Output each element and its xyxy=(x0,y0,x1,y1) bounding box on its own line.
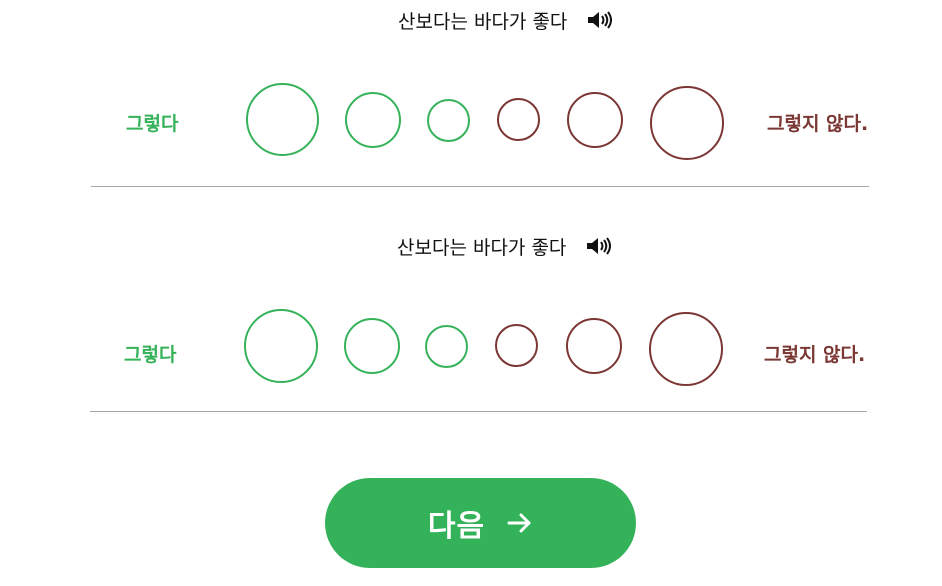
agree-label: 그렇다 xyxy=(126,113,179,135)
speaker-icon[interactable] xyxy=(584,234,614,258)
question-2-title: 산보다는 바다가 좋다 xyxy=(397,231,614,261)
option-slightly-disagree[interactable] xyxy=(497,98,540,141)
option-strongly-disagree[interactable] xyxy=(649,312,723,386)
question-1-title: 산보다는 바다가 좋다 xyxy=(398,5,615,35)
option-slightly-disagree[interactable] xyxy=(495,324,538,367)
disagree-label: 그렇지 않다. xyxy=(764,344,866,366)
option-agree[interactable] xyxy=(344,318,400,374)
option-strongly-disagree[interactable] xyxy=(650,86,724,160)
next-button-label: 다음 xyxy=(427,509,486,544)
question-2-text: 산보다는 바다가 좋다 xyxy=(397,236,567,259)
agree-label: 그렇다 xyxy=(124,344,177,366)
disagree-label: 그렇지 않다. xyxy=(767,113,869,135)
divider xyxy=(90,411,867,412)
option-disagree[interactable] xyxy=(566,318,622,374)
option-agree[interactable] xyxy=(345,92,401,148)
divider xyxy=(91,186,869,187)
arrow-right-icon xyxy=(507,512,533,534)
question-1-text: 산보다는 바다가 좋다 xyxy=(398,10,568,33)
option-disagree[interactable] xyxy=(567,92,623,148)
option-slightly-agree[interactable] xyxy=(425,325,468,368)
option-strongly-agree[interactable] xyxy=(246,83,319,156)
option-strongly-agree[interactable] xyxy=(244,309,318,383)
option-slightly-agree[interactable] xyxy=(427,99,470,142)
speaker-icon[interactable] xyxy=(585,8,615,32)
next-button[interactable]: 다음 xyxy=(325,478,636,568)
